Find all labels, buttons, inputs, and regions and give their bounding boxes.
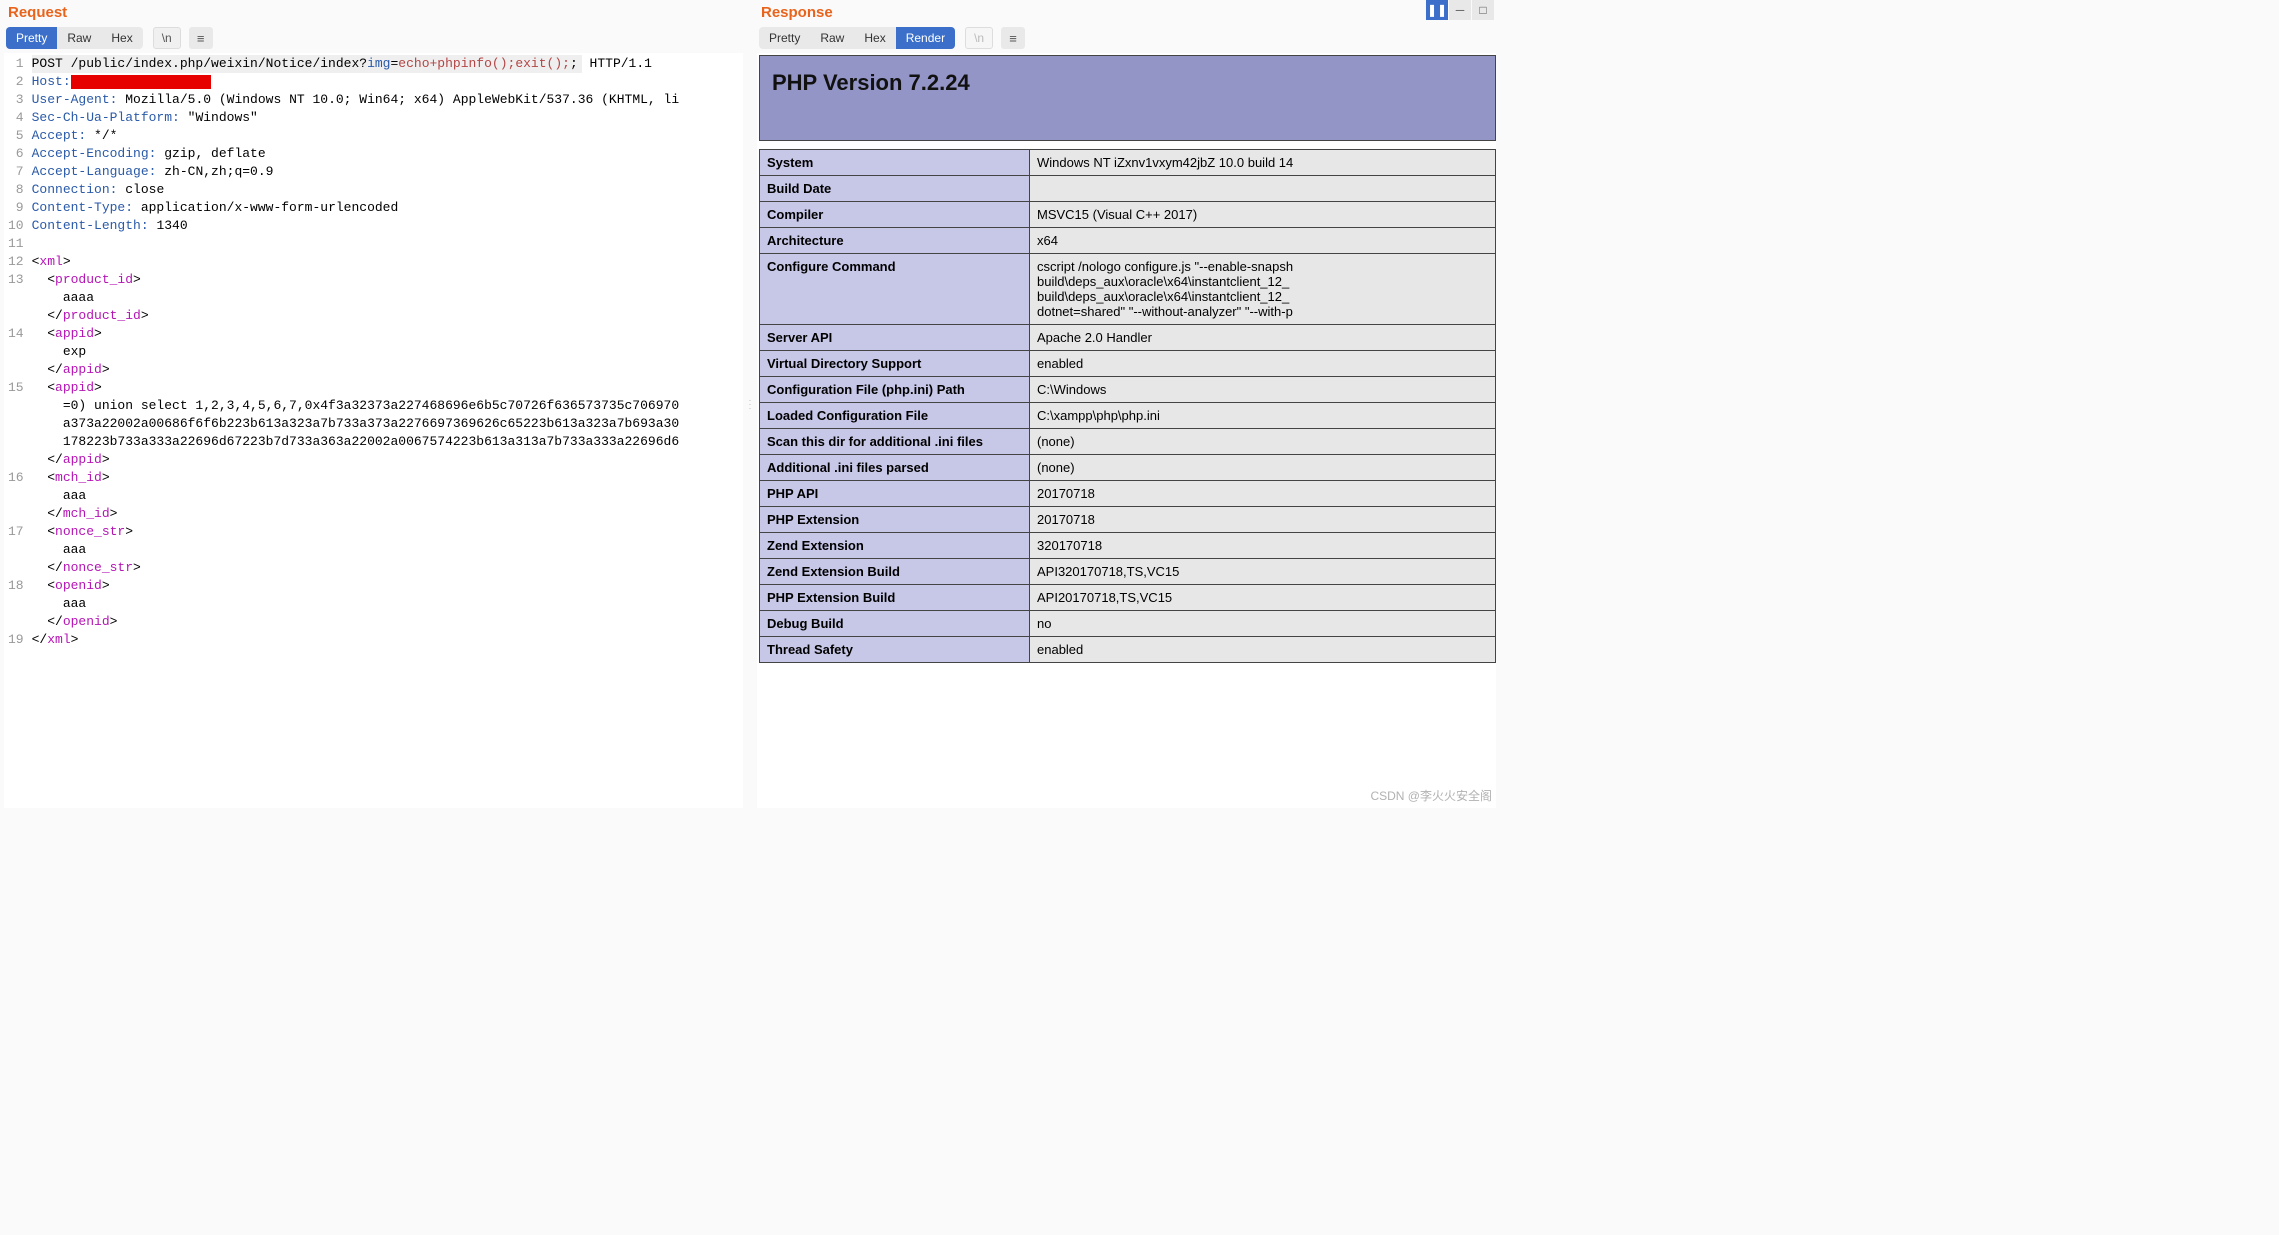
phpinfo-value: 20170718: [1030, 481, 1496, 507]
phpinfo-key: System: [760, 150, 1030, 176]
phpinfo-value: C:\xampp\php\php.ini: [1030, 403, 1496, 429]
phpinfo-row: PHP Extension BuildAPI20170718,TS,VC15: [760, 585, 1496, 611]
phpinfo-row: Architecturex64: [760, 228, 1496, 254]
phpinfo-key: Zend Extension: [760, 533, 1030, 559]
phpinfo-row: SystemWindows NT iZxnv1vxym42jbZ 10.0 bu…: [760, 150, 1496, 176]
phpinfo-row: Zend Extension BuildAPI320170718,TS,VC15: [760, 559, 1496, 585]
request-gutter: 12345678910111213 14 15 16 17 18 19: [4, 53, 30, 808]
phpinfo-value: cscript /nologo configure.js "--enable-s…: [1030, 254, 1496, 325]
phpinfo-table: SystemWindows NT iZxnv1vxym42jbZ 10.0 bu…: [759, 149, 1496, 663]
request-tabs-row: Pretty Raw Hex \n ≡: [4, 27, 743, 53]
phpinfo-key: Debug Build: [760, 611, 1030, 637]
tab-request-hex[interactable]: Hex: [101, 27, 142, 49]
phpinfo-value: [1030, 176, 1496, 202]
maximize-button[interactable]: □: [1472, 0, 1494, 20]
phpinfo-key: Server API: [760, 325, 1030, 351]
phpinfo-value: 20170718: [1030, 507, 1496, 533]
phpinfo-row: CompilerMSVC15 (Visual C++ 2017): [760, 202, 1496, 228]
pause-button[interactable]: ❚❚: [1426, 0, 1448, 20]
phpinfo-key: Configuration File (php.ini) Path: [760, 377, 1030, 403]
request-code[interactable]: POST /public/index.php/weixin/Notice/ind…: [30, 53, 743, 808]
request-menu-button[interactable]: ≡: [189, 27, 213, 49]
phpinfo-key: Virtual Directory Support: [760, 351, 1030, 377]
tab-response-raw[interactable]: Raw: [810, 27, 854, 49]
tab-response-pretty[interactable]: Pretty: [759, 27, 810, 49]
php-version-title: PHP Version 7.2.24: [772, 70, 1483, 96]
phpinfo-key: PHP Extension Build: [760, 585, 1030, 611]
corner-controls: ❚❚ ─ □: [1426, 0, 1494, 20]
response-tab-group: Pretty Raw Hex Render: [759, 27, 955, 49]
phpinfo-row: Additional .ini files parsed(none): [760, 455, 1496, 481]
request-newline-toggle[interactable]: \n: [153, 27, 181, 49]
response-panel: Response Pretty Raw Hex Render \n ≡ PHP …: [753, 0, 1500, 808]
request-editor[interactable]: 12345678910111213 14 15 16 17 18 19 POST…: [4, 53, 743, 808]
phpinfo-row: PHP Extension20170718: [760, 507, 1496, 533]
phpinfo-value: MSVC15 (Visual C++ 2017): [1030, 202, 1496, 228]
square-icon: □: [1479, 3, 1486, 17]
phpinfo-header: PHP Version 7.2.24: [759, 55, 1496, 141]
phpinfo-key: Zend Extension Build: [760, 559, 1030, 585]
phpinfo-key: Scan this dir for additional .ini files: [760, 429, 1030, 455]
phpinfo-row: Debug Buildno: [760, 611, 1496, 637]
phpinfo-value: enabled: [1030, 351, 1496, 377]
panel-splitter[interactable]: ···: [747, 0, 753, 808]
phpinfo-row: Scan this dir for additional .ini files(…: [760, 429, 1496, 455]
hamburger-icon: ≡: [197, 31, 205, 46]
splitter-handle-icon: ···: [747, 398, 753, 410]
watermark: CSDN @李火火安全阁: [1370, 787, 1492, 804]
phpinfo-key: Architecture: [760, 228, 1030, 254]
tab-request-pretty[interactable]: Pretty: [6, 27, 57, 49]
phpinfo-key: Thread Safety: [760, 637, 1030, 663]
phpinfo-value: x64: [1030, 228, 1496, 254]
request-panel: Request Pretty Raw Hex \n ≡ 123456789101…: [0, 0, 747, 808]
phpinfo-value: API320170718,TS,VC15: [1030, 559, 1496, 585]
phpinfo-row: Loaded Configuration FileC:\xampp\php\ph…: [760, 403, 1496, 429]
phpinfo-key: Additional .ini files parsed: [760, 455, 1030, 481]
tab-response-render[interactable]: Render: [896, 27, 955, 49]
phpinfo-row: Zend Extension320170718: [760, 533, 1496, 559]
phpinfo-key: Configure Command: [760, 254, 1030, 325]
phpinfo-value: no: [1030, 611, 1496, 637]
phpinfo-row: Build Date: [760, 176, 1496, 202]
phpinfo-key: PHP API: [760, 481, 1030, 507]
hamburger-icon: ≡: [1009, 31, 1017, 46]
line-icon: ─: [1456, 3, 1465, 17]
response-title: Response: [757, 0, 1496, 27]
phpinfo-key: Compiler: [760, 202, 1030, 228]
phpinfo-value: 320170718: [1030, 533, 1496, 559]
response-render-area[interactable]: PHP Version 7.2.24 SystemWindows NT iZxn…: [757, 53, 1496, 808]
phpinfo-value: enabled: [1030, 637, 1496, 663]
phpinfo-value: Apache 2.0 Handler: [1030, 325, 1496, 351]
phpinfo-row: Configuration File (php.ini) PathC:\Wind…: [760, 377, 1496, 403]
phpinfo-key: Loaded Configuration File: [760, 403, 1030, 429]
tab-response-hex[interactable]: Hex: [854, 27, 895, 49]
tab-request-raw[interactable]: Raw: [57, 27, 101, 49]
phpinfo-value: C:\Windows: [1030, 377, 1496, 403]
phpinfo-key: PHP Extension: [760, 507, 1030, 533]
request-tab-group: Pretty Raw Hex: [6, 27, 143, 49]
request-title: Request: [4, 0, 743, 27]
minimize-button[interactable]: ─: [1449, 0, 1471, 20]
phpinfo-value: Windows NT iZxnv1vxym42jbZ 10.0 build 14: [1030, 150, 1496, 176]
response-newline-toggle[interactable]: \n: [965, 27, 993, 49]
response-tabs-row: Pretty Raw Hex Render \n ≡: [757, 27, 1496, 53]
phpinfo-row: Server APIApache 2.0 Handler: [760, 325, 1496, 351]
phpinfo-value: (none): [1030, 429, 1496, 455]
phpinfo-row: Virtual Directory Supportenabled: [760, 351, 1496, 377]
phpinfo-key: Build Date: [760, 176, 1030, 202]
phpinfo-row: PHP API20170718: [760, 481, 1496, 507]
phpinfo-value: (none): [1030, 455, 1496, 481]
pause-icon: ❚❚: [1427, 3, 1447, 17]
redacted-host: [71, 75, 211, 89]
phpinfo-row: Configure Commandcscript /nologo configu…: [760, 254, 1496, 325]
response-menu-button[interactable]: ≡: [1001, 27, 1025, 49]
phpinfo-row: Thread Safetyenabled: [760, 637, 1496, 663]
phpinfo-value: API20170718,TS,VC15: [1030, 585, 1496, 611]
